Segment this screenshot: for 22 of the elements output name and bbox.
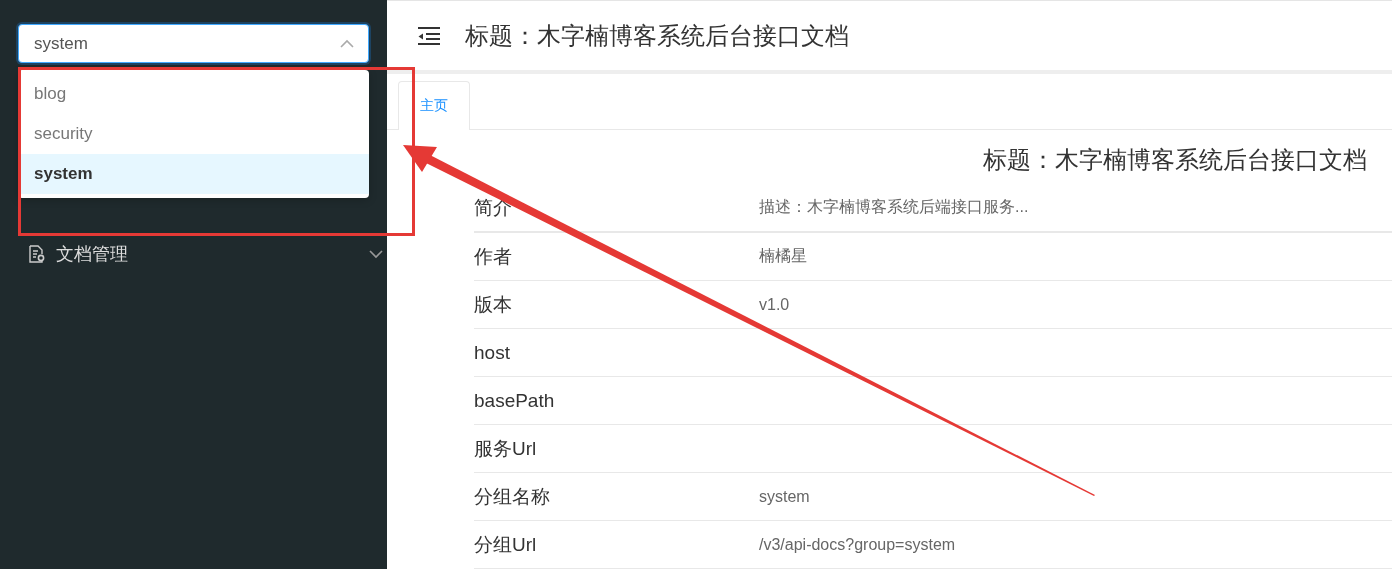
field-label: 简介 bbox=[474, 195, 513, 220]
menu-item[interactable]: 文档管理 bbox=[56, 242, 359, 266]
field-label: 分组名称 bbox=[474, 484, 551, 509]
field-value: /v3/api-docs?group=system bbox=[759, 535, 956, 554]
field-value: 描述：木字楠博客系统后端接口服务... bbox=[759, 197, 1029, 217]
field-label: basePath bbox=[474, 389, 556, 412]
document-gear-icon bbox=[28, 245, 46, 263]
dropdown-option[interactable]: system bbox=[18, 154, 369, 194]
field-value: v1.0 bbox=[759, 295, 790, 314]
field-label: 分组Url bbox=[474, 532, 538, 557]
field-value: system bbox=[759, 487, 810, 506]
doc-heading: 标题：木字楠博客系统后台接口文档 bbox=[982, 145, 1368, 175]
chevron-icon bbox=[369, 249, 383, 259]
field-label: 作者 bbox=[474, 244, 513, 269]
field-label: host bbox=[474, 341, 511, 364]
group-select[interactable]: system bbox=[18, 24, 369, 63]
menu-fold-icon[interactable] bbox=[417, 25, 441, 46]
field-value: 楠橘星 bbox=[759, 246, 807, 266]
page-title: 标题：木字楠博客系统后台接口文档 bbox=[465, 20, 849, 51]
caret-icon bbox=[340, 39, 354, 48]
field-label: 版本 bbox=[474, 292, 513, 317]
field-label: 服务Url bbox=[474, 436, 538, 461]
